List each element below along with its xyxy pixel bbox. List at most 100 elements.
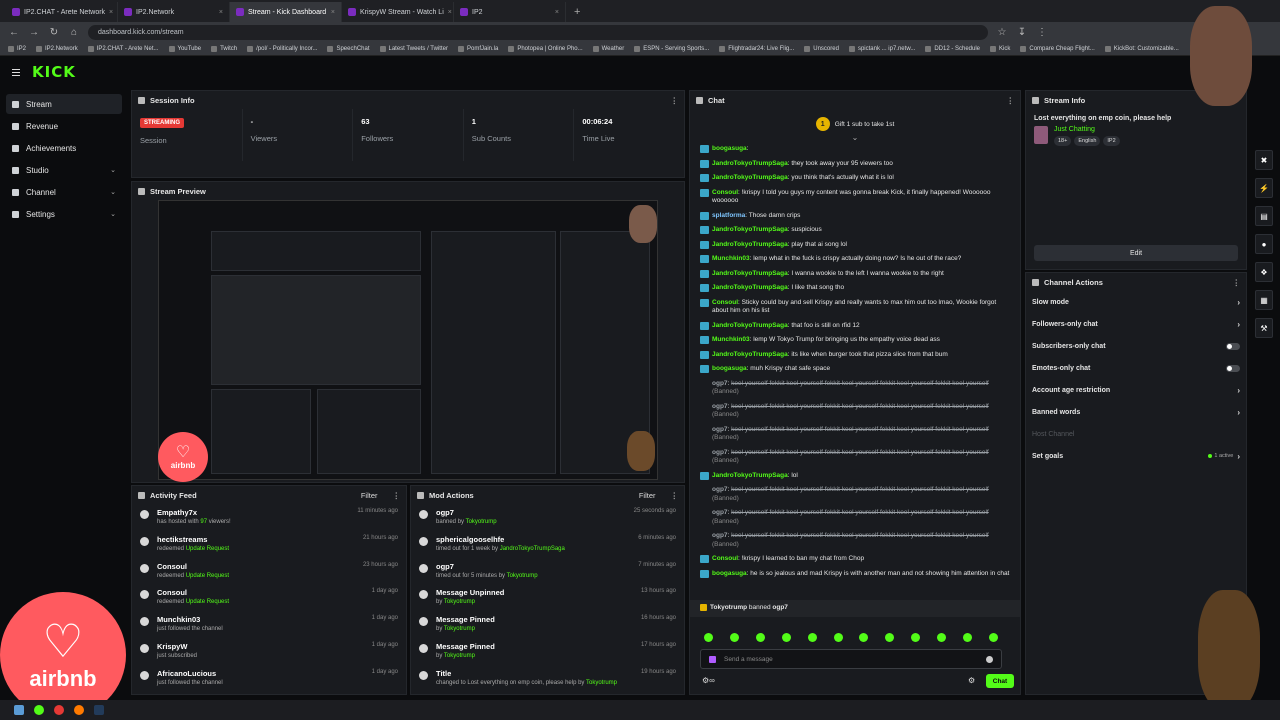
chat-username[interactable]: JandroTokyoTrumpSaga — [712, 160, 788, 167]
chat-username[interactable]: ogp7 — [712, 380, 728, 387]
channel-action-emotes-only-chat[interactable]: Emotes-only chat — [1026, 357, 1246, 379]
microphone-icon[interactable] — [709, 655, 716, 663]
emote-icon[interactable] — [911, 633, 921, 642]
browser-tab[interactable]: IP2 × — [454, 2, 566, 22]
chevron-down-icon[interactable]: ⌄ — [690, 133, 1020, 145]
channel-action-set-goals[interactable]: Set goals 1 active › — [1026, 445, 1246, 467]
chat-username[interactable]: Consoul — [712, 299, 738, 306]
reload-icon[interactable]: ↻ — [48, 27, 60, 38]
edit-stream-info-button[interactable]: Edit — [1034, 245, 1238, 261]
close-icon[interactable]: × — [448, 9, 452, 16]
chat-username[interactable]: JandroTokyoTrumpSaga — [712, 174, 788, 181]
chat-menu-icon[interactable]: ⋮ — [1007, 96, 1015, 105]
bookmark-item[interactable]: IP2 — [8, 45, 26, 52]
browser-tab[interactable]: IP2.Network × — [118, 2, 230, 22]
mod-actor[interactable]: Tokyotrump — [444, 599, 475, 605]
bookmark-item[interactable]: IP2.CHAT - Arete Net... — [87, 45, 159, 52]
chat-username[interactable]: ogp7 — [712, 486, 728, 493]
bookmark-item[interactable]: KickBot: Customizable... — [1104, 45, 1179, 52]
chat-username[interactable]: ogp7 — [712, 509, 728, 516]
chat-username[interactable]: JandroTokyoTrumpSaga — [712, 351, 788, 358]
menu-icon[interactable]: ⋮ — [1036, 27, 1048, 38]
activity-filter-button[interactable]: Filter — [361, 491, 378, 500]
rail-lightning-icon[interactable]: ⚡ — [1255, 178, 1273, 198]
channel-actions-menu-icon[interactable]: ⋮ — [1233, 278, 1241, 287]
mod-actor[interactable]: Tokyotrump — [444, 653, 475, 659]
bookmark-item[interactable]: YouTube — [168, 45, 201, 52]
mod-target[interactable]: Message Pinned — [436, 642, 495, 651]
gift-sub-banner[interactable]: 1 Gift 1 sub to take 1st — [690, 115, 1020, 133]
send-chat-button[interactable]: Chat — [986, 674, 1014, 688]
emoji-icon[interactable] — [986, 655, 993, 663]
browser-tab[interactable]: KrispyW Stream - Watch Li × — [342, 2, 454, 22]
emote-icon[interactable] — [704, 633, 713, 642]
close-icon[interactable]: × — [555, 9, 559, 16]
stream-preview-video[interactable] — [158, 200, 658, 480]
kick-logo[interactable]: KICK — [32, 63, 76, 81]
chat-username[interactable]: JandroTokyoTrumpSaga — [712, 322, 788, 329]
bookmark-item[interactable]: Twitch — [211, 45, 237, 52]
chat-username[interactable]: JandroTokyoTrumpSaga — [712, 284, 788, 291]
mod-target[interactable]: ogp7 — [436, 562, 538, 571]
close-icon[interactable]: × — [109, 9, 113, 16]
session-menu-icon[interactable]: ⋮ — [671, 96, 679, 105]
channel-action-subscribers-only-chat[interactable]: Subscribers-only chat — [1026, 335, 1246, 357]
gear-icon[interactable]: ⚙ — [968, 676, 975, 685]
chat-username[interactable]: boogasuga — [712, 365, 747, 372]
chat-username[interactable]: ogp7 — [712, 449, 728, 456]
mod-actor[interactable]: Tokyotrump — [507, 573, 538, 579]
chat-settings-icons[interactable]: ⚙∞ — [702, 676, 715, 685]
download-icon[interactable]: ↧ — [1016, 27, 1028, 38]
rail-document-icon[interactable]: ▤ — [1255, 206, 1273, 226]
emote-icon[interactable] — [963, 633, 973, 642]
toggle-switch[interactable] — [1226, 364, 1240, 372]
emote-icon[interactable] — [833, 633, 843, 642]
bookmark-item[interactable]: Latest Tweets / Twitter — [379, 45, 448, 52]
channel-action-account-age-restriction[interactable]: Account age restriction › — [1026, 379, 1246, 401]
bookmark-item[interactable]: ESPN - Serving Sports... — [634, 45, 709, 52]
chat-username[interactable]: Munchkin03 — [712, 255, 750, 262]
chat-username[interactable]: Consoul — [712, 555, 738, 562]
home-icon[interactable]: ⌂ — [68, 27, 80, 38]
hamburger-menu-icon[interactable] — [12, 68, 20, 76]
steam-icon[interactable] — [94, 705, 104, 715]
bookmark-item[interactable]: /pol/ - Politically Incor... — [247, 45, 317, 52]
bookmark-item[interactable]: spictank ... ip7.netw... — [848, 45, 915, 52]
rail-code-icon[interactable]: ❖ — [1255, 262, 1273, 282]
bookmark-item[interactable]: Photopea | Online Pho... — [508, 45, 583, 52]
bookmark-item[interactable]: Unscored — [804, 45, 839, 52]
chat-username[interactable]: splatforma — [712, 212, 745, 219]
mod-actor[interactable]: Tokyotrump — [586, 680, 617, 686]
chat-username[interactable]: JandroTokyoTrumpSaga — [712, 241, 788, 248]
bookmark-item[interactable]: Flightradar24: Live Flig... — [719, 45, 794, 52]
bookmark-item[interactable]: Weather — [592, 45, 624, 52]
bookmark-item[interactable]: DD12 - Schedule — [925, 45, 980, 52]
mod-filter-button[interactable]: Filter — [639, 491, 656, 500]
chat-username[interactable]: ogp7 — [712, 532, 728, 539]
toggle-switch[interactable] — [1226, 342, 1240, 350]
stream-category[interactable]: Just Chatting — [1054, 126, 1120, 133]
chat-username[interactable]: JandroTokyoTrumpSaga — [712, 472, 788, 479]
forward-icon[interactable]: → — [28, 27, 40, 38]
emote-icon[interactable] — [937, 633, 947, 642]
browser-icon[interactable] — [54, 705, 64, 715]
sidebar-item-channel[interactable]: Channel ⌄ — [6, 182, 122, 202]
activity-user[interactable]: Empathy7x — [157, 508, 231, 517]
mod-target[interactable]: Message Unpinned — [436, 588, 504, 597]
app-icon[interactable] — [34, 705, 44, 715]
activity-menu-icon[interactable]: ⋮ — [393, 491, 401, 500]
rail-grid-icon[interactable]: ▦ — [1255, 290, 1273, 310]
activity-user[interactable]: KrispyW — [157, 642, 197, 651]
bookmark-star-icon[interactable]: ☆ — [996, 27, 1008, 38]
sidebar-item-achievements[interactable]: Achievements — [6, 138, 122, 158]
chat-username[interactable]: ogp7 — [712, 403, 728, 410]
mod-target[interactable]: ogp7 — [436, 508, 497, 517]
activity-user[interactable]: Munchkin03 — [157, 615, 223, 624]
windows-start-icon[interactable] — [14, 705, 24, 715]
browser-tab[interactable]: Stream - Kick Dashboard × — [230, 2, 342, 22]
chat-username[interactable]: JandroTokyoTrumpSaga — [712, 226, 788, 233]
emote-icon[interactable] — [807, 633, 817, 642]
mod-actor[interactable]: Tokyotrump — [444, 626, 475, 632]
mod-target[interactable]: sphericalgooselhfe — [436, 535, 565, 544]
sidebar-item-studio[interactable]: Studio ⌄ — [6, 160, 122, 180]
